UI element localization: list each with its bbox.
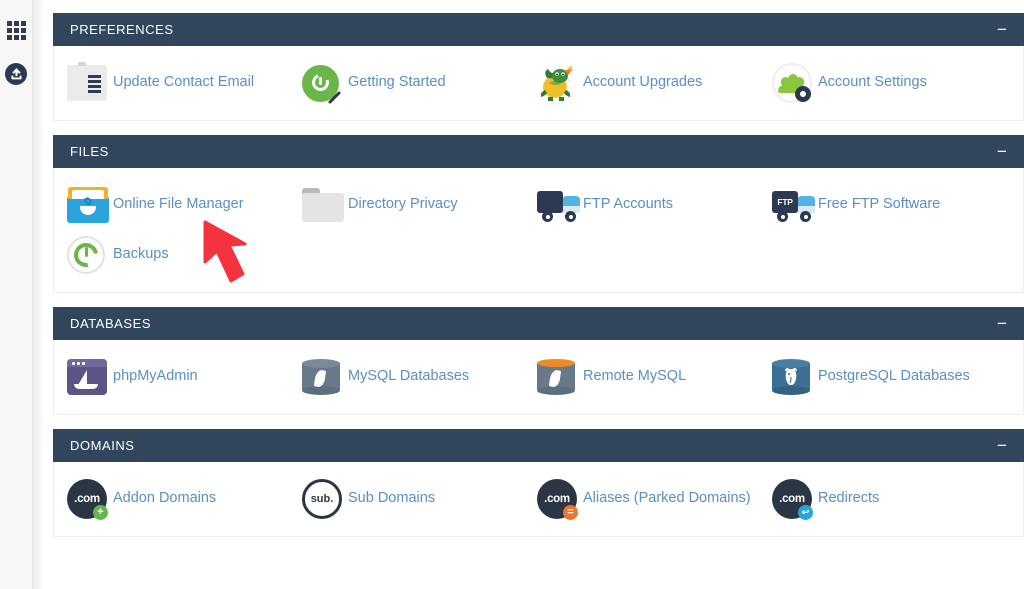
- section-title: PREFERENCES: [70, 22, 174, 37]
- tile-update-contact-email[interactable]: Update Contact Email: [54, 58, 289, 108]
- tile-label: PostgreSQL Databases: [818, 368, 970, 385]
- tile-phpmyadmin[interactable]: phpMyAdmin: [54, 352, 289, 402]
- section-body-preferences: Update Contact Email Getting Started Acc…: [53, 46, 1024, 121]
- tile-getting-started[interactable]: Getting Started: [289, 58, 524, 108]
- tile-label: FTP Accounts: [583, 196, 673, 213]
- section-files: FILES − Online File Manager Directory Pr…: [53, 135, 1024, 293]
- tile-label: Online File Manager: [113, 196, 244, 213]
- section-header-files[interactable]: FILES −: [53, 135, 1024, 168]
- equals-badge-icon: =: [563, 505, 578, 520]
- tile-online-file-manager[interactable]: Online File Manager: [54, 180, 289, 230]
- section-header-domains[interactable]: DOMAINS −: [53, 429, 1024, 462]
- tile-label: Account Settings: [818, 74, 927, 91]
- collapse-icon[interactable]: −: [994, 21, 1010, 38]
- mysql-databases-icon: [302, 355, 348, 399]
- phpmyadmin-icon: [67, 355, 113, 399]
- section-databases: DATABASES − phpMyAdmin MySQL Databases R…: [53, 307, 1024, 415]
- apps-grid-glyph: [6, 20, 26, 40]
- tile-label: Update Contact Email: [113, 74, 255, 91]
- ftp-badge-text: FTP: [777, 197, 793, 207]
- tile-label: MySQL Databases: [348, 368, 470, 385]
- collapse-icon[interactable]: −: [994, 315, 1010, 332]
- section-body-databases: phpMyAdmin MySQL Databases Remote MySQL: [53, 340, 1024, 415]
- apps-grid-icon[interactable]: [0, 8, 33, 52]
- section-header-databases[interactable]: DATABASES −: [53, 307, 1024, 340]
- tile-redirects[interactable]: .com ↩ Redirects: [759, 474, 994, 524]
- addon-domains-icon: .com +: [67, 477, 113, 521]
- section-title: DATABASES: [70, 316, 152, 331]
- redirect-badge-icon: ↩: [798, 505, 813, 520]
- com-badge-text: .com: [74, 493, 100, 505]
- file-manager-icon: [67, 183, 113, 227]
- tile-backups[interactable]: Backups: [54, 230, 289, 280]
- section-preferences: PREFERENCES − Update Contact Email Getti…: [53, 13, 1024, 121]
- tile-account-settings[interactable]: Account Settings: [759, 58, 994, 108]
- cpanel-page: PREFERENCES − Update Contact Email Getti…: [0, 0, 1024, 589]
- tile-label: Redirects: [818, 490, 880, 507]
- tile-label: Account Upgrades: [583, 74, 703, 91]
- section-title: DOMAINS: [70, 438, 135, 453]
- remote-mysql-icon: [537, 355, 583, 399]
- folder-lock-icon: [302, 183, 348, 227]
- tile-addon-domains[interactable]: .com + Addon Domains: [54, 474, 289, 524]
- tile-free-ftp-software[interactable]: FTP Free FTP Software: [759, 180, 994, 230]
- main-content: PREFERENCES − Update Contact Email Getti…: [45, 0, 1024, 589]
- section-domains: DOMAINS − .com + Addon Domains sub. Sub …: [53, 429, 1024, 537]
- tile-mysql-databases[interactable]: MySQL Databases: [289, 352, 524, 402]
- account-settings-icon: [772, 61, 818, 105]
- tile-label: Directory Privacy: [348, 196, 458, 213]
- sub-badge-text: sub.: [310, 493, 334, 505]
- section-body-domains: .com + Addon Domains sub. Sub Domains .c…: [53, 462, 1024, 537]
- upload-icon[interactable]: [0, 52, 33, 96]
- redirects-icon: .com ↩: [772, 477, 818, 521]
- tile-aliases-parked-domains[interactable]: .com = Aliases (Parked Domains): [524, 474, 759, 524]
- page-scrollbar-gutter[interactable]: [33, 0, 45, 589]
- aliases-icon: .com =: [537, 477, 583, 521]
- tile-label: Free FTP Software: [818, 196, 941, 213]
- plus-badge-icon: +: [93, 505, 108, 520]
- left-sidebar: [0, 0, 33, 589]
- tile-postgresql-databases[interactable]: PostgreSQL Databases: [759, 352, 994, 402]
- tile-label: Sub Domains: [348, 490, 436, 507]
- gear-badge-icon: [795, 86, 811, 102]
- section-header-preferences[interactable]: PREFERENCES −: [53, 13, 1024, 46]
- backups-icon: [67, 233, 113, 277]
- tile-label: Remote MySQL: [583, 368, 687, 385]
- tile-ftp-accounts[interactable]: FTP Accounts: [524, 180, 759, 230]
- collapse-icon[interactable]: −: [994, 143, 1010, 160]
- tile-label: Backups: [113, 246, 169, 263]
- tile-account-upgrades[interactable]: Account Upgrades: [524, 58, 759, 108]
- collapse-icon[interactable]: −: [994, 437, 1010, 454]
- tile-sub-domains[interactable]: sub. Sub Domains: [289, 474, 524, 524]
- upload-glyph: [5, 63, 27, 85]
- getting-started-icon: [302, 61, 348, 105]
- section-body-files: Online File Manager Directory Privacy FT…: [53, 168, 1024, 293]
- section-title: FILES: [70, 144, 109, 159]
- ftp-accounts-icon: [537, 183, 583, 227]
- postgresql-icon: [772, 355, 818, 399]
- tile-label: Aliases (Parked Domains): [583, 490, 751, 507]
- tile-directory-privacy[interactable]: Directory Privacy: [289, 180, 524, 230]
- sub-domains-icon: sub.: [302, 477, 348, 521]
- com-badge-text: .com: [544, 493, 570, 505]
- tile-label: phpMyAdmin: [113, 368, 198, 385]
- tile-label: Addon Domains: [113, 490, 217, 507]
- com-badge-text: .com: [779, 493, 805, 505]
- contact-card-icon: [67, 61, 113, 105]
- tile-label: Getting Started: [348, 74, 446, 91]
- free-ftp-software-icon: FTP: [772, 183, 818, 227]
- dragon-icon: [537, 61, 583, 105]
- tile-remote-mysql[interactable]: Remote MySQL: [524, 352, 759, 402]
